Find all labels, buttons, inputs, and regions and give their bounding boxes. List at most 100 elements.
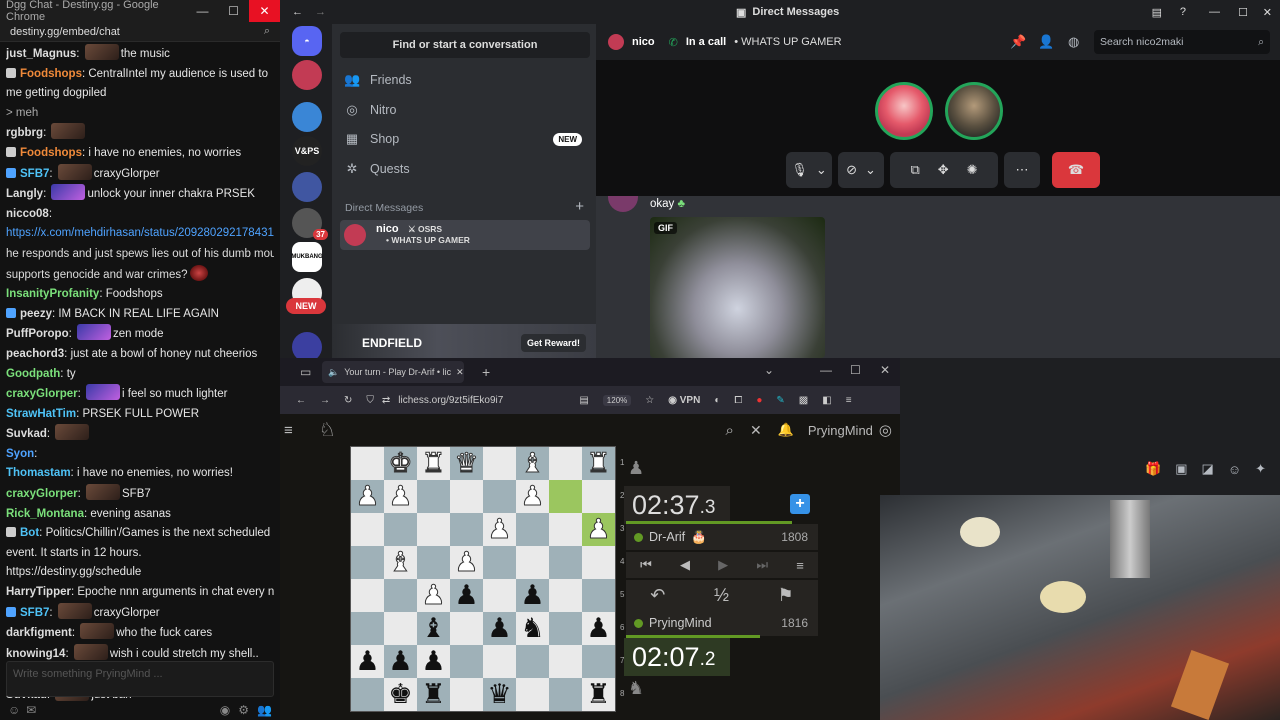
chat-username[interactable]: HarryTipper	[6, 586, 71, 598]
tab-lichess-game[interactable]: 🔈 Your turn - Play Dr-Arif • lic ✕	[322, 361, 464, 383]
chat-username[interactable]: StrawHatTim	[6, 408, 76, 420]
vpn-button[interactable]: ◉ VPN	[668, 395, 700, 406]
board-square[interactable]: ♟	[582, 612, 615, 645]
next-move-icon[interactable]: ▶	[718, 557, 728, 573]
board-square[interactable]: ♟	[483, 612, 516, 645]
discord-maximize-button[interactable]: ☐	[1238, 6, 1248, 19]
board-square[interactable]	[582, 546, 615, 579]
emote-icon[interactable]	[189, 264, 208, 281]
first-move-icon[interactable]: ⏮	[640, 557, 652, 573]
black-pawn-icon[interactable]: ♟	[520, 582, 544, 609]
emote-menu-icon[interactable]: ☺	[8, 703, 20, 717]
board-square[interactable]	[549, 447, 582, 480]
black-pawn-icon[interactable]: ♟	[586, 615, 610, 642]
white-king-icon[interactable]: ♚	[388, 450, 413, 478]
black-pawn-icon[interactable]: ♟	[454, 582, 478, 609]
server-avatar-3[interactable]	[292, 172, 322, 202]
url-field[interactable]: ⛉ ⇄ lichess.org/9zt5ifEko9i7	[366, 395, 503, 406]
find-conversation-button[interactable]: Find or start a conversation	[340, 32, 590, 58]
discord-close-button[interactable]: ✕	[1263, 6, 1272, 19]
server-avatar-1[interactable]	[292, 60, 322, 90]
dm-entry-nico[interactable]: nico ⚔ OSRS • WHATS UP GAMER	[340, 220, 590, 250]
board-square[interactable]	[516, 513, 549, 546]
prev-move-icon[interactable]: ◀	[680, 557, 690, 573]
board-square[interactable]: ♟	[417, 645, 450, 678]
activities-icon[interactable]: ✥	[938, 162, 949, 178]
board-square[interactable]	[351, 447, 384, 480]
board-square[interactable]	[384, 513, 417, 546]
whisper-icon[interactable]: ✉	[26, 703, 36, 717]
board-square[interactable]: ♟	[351, 480, 384, 513]
board-square[interactable]	[549, 612, 582, 645]
flair-icon[interactable]	[6, 167, 16, 178]
board-square[interactable]: ♟	[582, 513, 615, 546]
add-friend-icon[interactable]: 👤	[1038, 34, 1054, 50]
board-square[interactable]: ♚	[384, 678, 417, 711]
tab-dropdown-icon[interactable]: ⌄	[764, 363, 774, 377]
extension-icon-4[interactable]: ▩	[799, 395, 808, 406]
back-arrow-icon[interactable]: ←	[292, 6, 303, 18]
discord-minimize-button[interactable]: —	[1209, 6, 1220, 18]
chat-username[interactable]: Foodshops	[20, 147, 82, 159]
extension-icon-2[interactable]: ●	[756, 395, 762, 406]
browser-minimize-button[interactable]: —	[820, 363, 832, 377]
close-button[interactable]: ✕	[249, 0, 280, 22]
promo-banner[interactable]: ENDFIELD Get Reward!	[332, 324, 596, 360]
chat-username[interactable]: rgbbrg	[6, 127, 43, 139]
nav-friends[interactable]: 👥 Friends	[344, 68, 582, 92]
resign-flag-icon[interactable]: ⚑	[778, 585, 794, 606]
board-square[interactable]: ♞	[516, 612, 549, 645]
board-square[interactable]: ♟	[483, 513, 516, 546]
new-badge[interactable]: NEW	[286, 298, 326, 314]
chat-username[interactable]: craxyGlorper	[6, 388, 78, 400]
last-move-icon[interactable]: ⏭	[756, 557, 768, 573]
board-square[interactable]: ♜	[417, 678, 450, 711]
more-options-button[interactable]: ⋯	[1004, 152, 1040, 188]
chat-input[interactable]: Write something PryingMind ...	[6, 661, 274, 697]
browser-close-button[interactable]: ✕	[880, 363, 890, 377]
extension-icon-3[interactable]: ✎	[776, 395, 784, 406]
maximize-button[interactable]: ☐	[218, 0, 249, 22]
minimize-button[interactable]: —	[187, 0, 218, 22]
disconnect-button[interactable]: ☎	[1052, 152, 1100, 188]
white-pawn-icon[interactable]: ♟	[355, 483, 380, 511]
chat-username[interactable]: PuffPoropo	[6, 328, 69, 340]
tab-close-icon[interactable]: ✕	[456, 367, 464, 378]
board-square[interactable]	[450, 612, 483, 645]
settings-gear-icon[interactable]: ⚙	[238, 703, 249, 717]
caller-avatar-nico[interactable]	[875, 82, 933, 140]
chevron-down-icon[interactable]: ⌄	[816, 162, 827, 178]
users-icon[interactable]: 👥	[257, 703, 272, 717]
board-square[interactable]	[417, 480, 450, 513]
create-dm-icon[interactable]: +	[575, 198, 584, 215]
emote-icon[interactable]	[77, 324, 111, 341]
board-square[interactable]	[483, 546, 516, 579]
white-pawn-icon[interactable]: ♟	[586, 516, 611, 544]
call-username[interactable]: nico	[632, 36, 655, 48]
chat-username[interactable]: Goodpath	[6, 368, 60, 380]
move-list-icon[interactable]: ≡	[796, 558, 804, 573]
emote-icon[interactable]	[55, 424, 90, 441]
chat-username[interactable]: InsanityProfanity	[6, 288, 99, 300]
white-pawn-icon[interactable]: ♟	[520, 483, 545, 511]
offer-draw-button[interactable]: ½	[714, 585, 729, 606]
extension-icon-1[interactable]: ◐	[714, 395, 720, 406]
board-square[interactable]	[483, 645, 516, 678]
board-square[interactable]	[549, 579, 582, 612]
add-time-button[interactable]: +	[790, 494, 810, 514]
gif-picker-icon[interactable]: ▣	[1175, 461, 1187, 477]
browser-maximize-button[interactable]: ☐	[850, 363, 861, 377]
black-king-icon[interactable]: ♚	[388, 681, 412, 708]
flair-icon[interactable]	[6, 67, 16, 78]
board-square[interactable]: ♟	[450, 579, 483, 612]
forward-icon[interactable]: →	[320, 395, 330, 406]
white-bishop-icon[interactable]: ♝	[388, 549, 413, 577]
emote-icon[interactable]	[86, 484, 120, 501]
board-square[interactable]: ♟	[417, 579, 450, 612]
chat-username[interactable]: SFB7	[20, 607, 49, 619]
board-square[interactable]	[450, 645, 483, 678]
forward-arrow-icon[interactable]: →	[315, 6, 326, 18]
caller-avatar-self[interactable]	[945, 82, 1003, 140]
get-reward-button[interactable]: Get Reward!	[520, 334, 586, 352]
gift-icon[interactable]: 🎁	[1145, 461, 1161, 477]
